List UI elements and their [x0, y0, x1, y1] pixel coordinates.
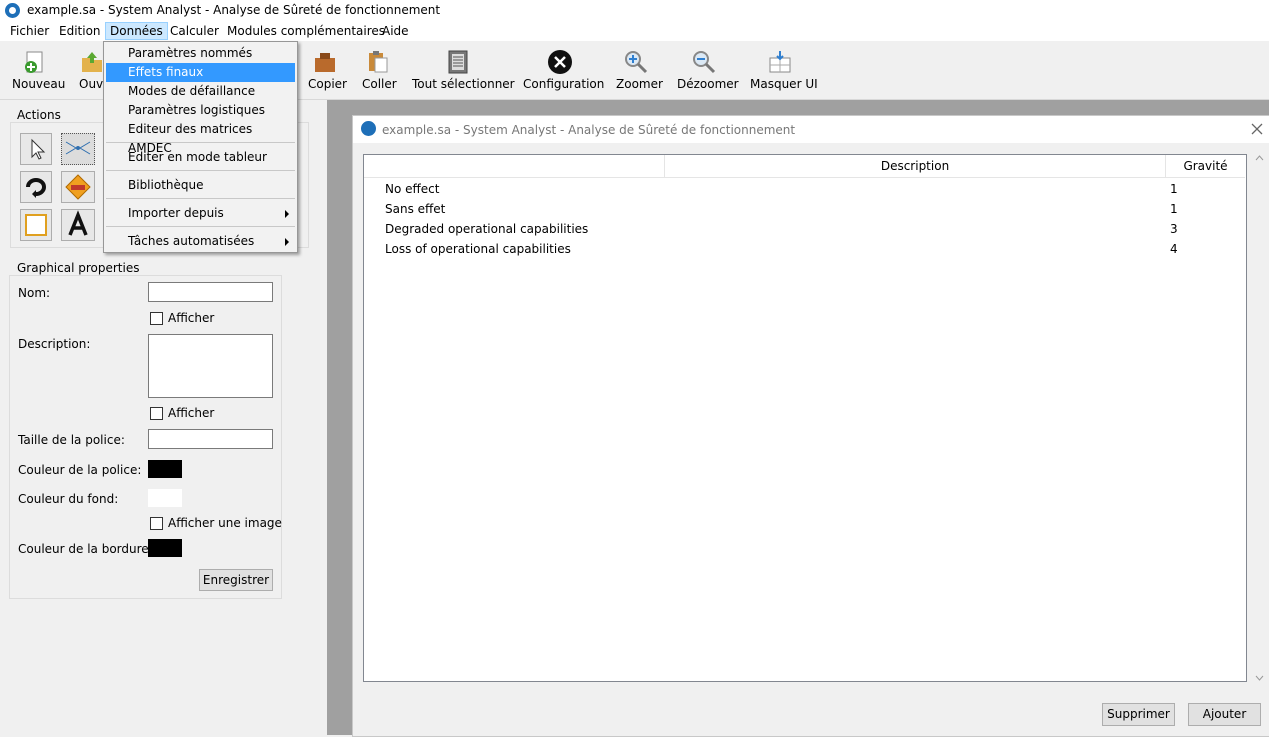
couleur-fond-label: Couleur du fond: [18, 492, 119, 506]
menu-item-editer-mode-tableur[interactable]: Editer en mode tableur [106, 148, 295, 167]
zoom-in-icon [625, 51, 648, 74]
description-textarea[interactable] [148, 334, 273, 398]
ajouter-button[interactable]: Ajouter [1188, 703, 1261, 726]
row-gravite: 4 [1170, 242, 1178, 256]
menu-edition[interactable]: Edition [55, 23, 105, 39]
row-gravite: 1 [1170, 182, 1178, 196]
menu-item-editeur-matrices-amdec[interactable]: Editeur des matrices AMDEC [106, 120, 295, 155]
graphical-properties-title: Graphical properties [15, 261, 142, 275]
menu-calculer[interactable]: Calculer [166, 23, 223, 39]
window-title: example.sa - System Analyst - Analyse de… [27, 3, 441, 17]
menu-aide[interactable]: Aide [378, 23, 413, 39]
nom-label: Nom: [18, 286, 51, 300]
text-a-icon [68, 210, 88, 236]
effets-table: Description Gravité No effect 1 Sans eff… [363, 154, 1247, 682]
close-icon[interactable] [1251, 123, 1263, 135]
new-document-icon [25, 51, 43, 73]
select-all-icon [448, 50, 468, 74]
menu-donnees[interactable]: Données [105, 22, 168, 40]
couleur-fond-swatch[interactable] [148, 489, 182, 507]
paste-icon [369, 51, 388, 73]
menu-separator [106, 142, 295, 143]
rectangle-icon [25, 214, 47, 236]
tools-icon [548, 50, 572, 74]
text-tool-button[interactable] [61, 209, 95, 241]
afficher-image-label: Afficher une image [168, 516, 282, 530]
menu-item-taches-automatisees[interactable]: Tâches automatisées [106, 232, 295, 251]
menu-item-importer-depuis[interactable]: Importer depuis [106, 204, 295, 223]
dialog-title-bar: example.sa - System Analyst - Analyse de… [353, 116, 1269, 143]
table-header-blank [364, 155, 665, 178]
donnees-dropdown-menu: Paramètres nommés Effets finaux Modes de… [103, 41, 298, 253]
menu-item-parametres-nommes[interactable]: Paramètres nommés [106, 44, 295, 63]
ouvrir-button[interactable]: Ouvr [74, 41, 108, 99]
menu-item-parametres-logistiques[interactable]: Paramètres logistiques [106, 101, 295, 120]
row-description: Loss of operational capabilities [385, 242, 571, 256]
menu-modules[interactable]: Modules complémentaires [223, 23, 389, 39]
open-folder-icon [82, 52, 102, 72]
menu-separator [106, 170, 295, 171]
menu-item-effets-finaux[interactable]: Effets finaux [106, 63, 295, 82]
nouveau-button[interactable]: Nouveau [8, 41, 65, 99]
copier-button[interactable]: Copier [304, 41, 348, 99]
box-diamond-icon [65, 174, 91, 200]
couleur-bordure-swatch[interactable] [148, 539, 182, 557]
table-header-description[interactable]: Description [665, 155, 1166, 178]
actions-title: Actions [15, 108, 63, 122]
vertical-scrollbar[interactable] [1251, 154, 1268, 684]
coller-button[interactable]: Coller [358, 41, 398, 99]
afficher-description-checkbox[interactable] [150, 407, 163, 420]
couleur-police-label: Couleur de la police: [18, 463, 142, 477]
scroll-up-icon[interactable] [1255, 154, 1264, 162]
enregistrer-button[interactable]: Enregistrer [199, 569, 273, 591]
title-bar: example.sa - System Analyst - Analyse de… [0, 0, 1269, 21]
configuration-button[interactable]: Configuration [518, 41, 604, 99]
zoomer-button[interactable]: Zoomer [612, 41, 663, 99]
nom-input[interactable] [148, 282, 273, 302]
pointer-tool-button[interactable] [20, 133, 52, 165]
submenu-arrow-icon [285, 210, 289, 218]
couleur-police-swatch[interactable] [148, 460, 182, 478]
menu-bar: Fichier Edition Données Calculer Modules… [0, 21, 1269, 41]
menu-separator [106, 198, 295, 199]
zoom-out-icon [693, 51, 716, 74]
effets-finaux-dialog: example.sa - System Analyst - Analyse de… [352, 115, 1269, 737]
loop-icon [26, 178, 46, 198]
menu-fichier[interactable]: Fichier [6, 23, 53, 39]
supprimer-button[interactable]: Supprimer [1102, 703, 1175, 726]
row-description: No effect [385, 182, 440, 196]
afficher-image-checkbox[interactable] [150, 517, 163, 530]
menu-item-modes-defaillance[interactable]: Modes de défaillance [106, 82, 295, 101]
menu-separator [106, 226, 295, 227]
scroll-down-icon[interactable] [1255, 674, 1264, 682]
app-gear-icon [5, 3, 20, 18]
afficher-description-label: Afficher [168, 406, 215, 420]
description-label: Description: [18, 337, 91, 351]
hide-ui-icon [769, 51, 791, 73]
taille-police-input[interactable] [148, 429, 273, 449]
dialog-app-icon [361, 121, 376, 136]
link-tool-button[interactable] [61, 133, 95, 165]
rectangle-tool-button[interactable] [20, 209, 52, 241]
loop-tool-button[interactable] [20, 171, 52, 203]
dialog-title: example.sa - System Analyst - Analyse de… [382, 123, 796, 137]
table-header-gravite[interactable]: Gravité [1166, 155, 1245, 178]
row-gravite: 3 [1170, 222, 1178, 236]
copy-icon [315, 53, 335, 72]
masquer-ui-button[interactable]: Masquer UI [746, 41, 818, 99]
link-icon [65, 141, 91, 155]
row-description: Degraded operational capabilities [385, 222, 589, 236]
dezoomer-button[interactable]: Dézoomer [672, 41, 739, 99]
row-gravite: 1 [1170, 202, 1178, 216]
row-description: Sans effet [385, 202, 446, 216]
taille-police-label: Taille de la police: [18, 433, 125, 447]
menu-item-bibliotheque[interactable]: Bibliothèque [106, 176, 295, 195]
afficher-nom-label: Afficher [168, 311, 215, 325]
box-tool-button[interactable] [61, 171, 95, 203]
tout-selectionner-button[interactable]: Tout sélectionner [408, 41, 515, 99]
afficher-nom-checkbox[interactable] [150, 312, 163, 325]
pointer-icon [31, 138, 46, 160]
couleur-bordure-label: Couleur de la bordure: [18, 542, 153, 556]
submenu-arrow-icon [285, 238, 289, 246]
